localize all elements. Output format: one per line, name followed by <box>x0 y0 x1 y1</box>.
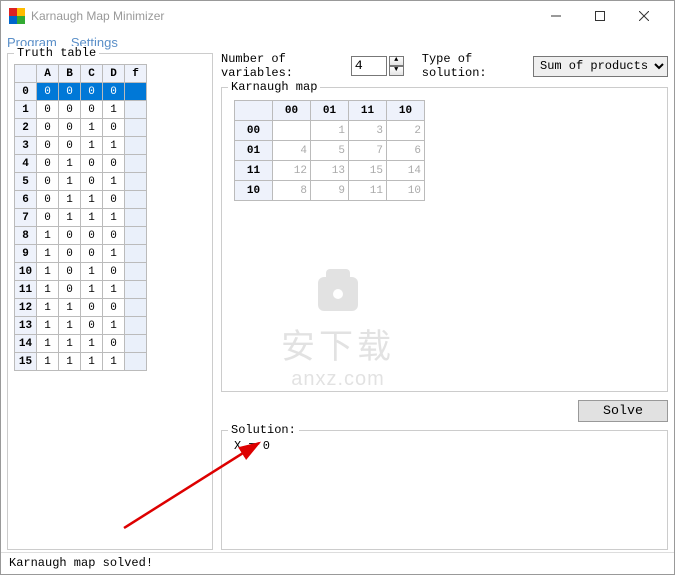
maximize-button[interactable] <box>578 1 622 31</box>
solve-button[interactable]: Solve <box>578 400 668 422</box>
solution-text: X = 0 <box>228 435 661 457</box>
app-icon <box>9 8 25 24</box>
truth-table[interactable]: ABCDf00000100012001030011401005010160110… <box>14 64 147 371</box>
num-vars-label: Number of variables: <box>221 52 345 80</box>
truth-table-panel: Truth table ABCDf00000100012001030011401… <box>7 53 213 550</box>
truth-table-legend: Truth table <box>14 46 99 60</box>
type-label: Type of solution: <box>422 52 527 80</box>
kmap-legend: Karnaugh map <box>228 80 320 94</box>
minimize-button[interactable] <box>534 1 578 31</box>
close-button[interactable] <box>622 1 666 31</box>
type-select[interactable]: Sum of products <box>533 56 668 77</box>
kmap-panel: Karnaugh map 000111100013201457611121315… <box>221 87 668 392</box>
num-vars-up[interactable]: ▲ <box>389 56 404 66</box>
num-vars-input[interactable] <box>351 56 387 76</box>
num-vars-down[interactable]: ▼ <box>389 66 404 76</box>
status-bar: Karnaugh map solved! <box>1 552 674 574</box>
window-title: Karnaugh Map Minimizer <box>31 9 534 23</box>
solution-legend: Solution: <box>228 423 299 437</box>
kmap-table[interactable]: 0001111000132014576111213151410891110 <box>234 100 425 201</box>
solution-panel: Solution: X = 0 <box>221 430 668 550</box>
